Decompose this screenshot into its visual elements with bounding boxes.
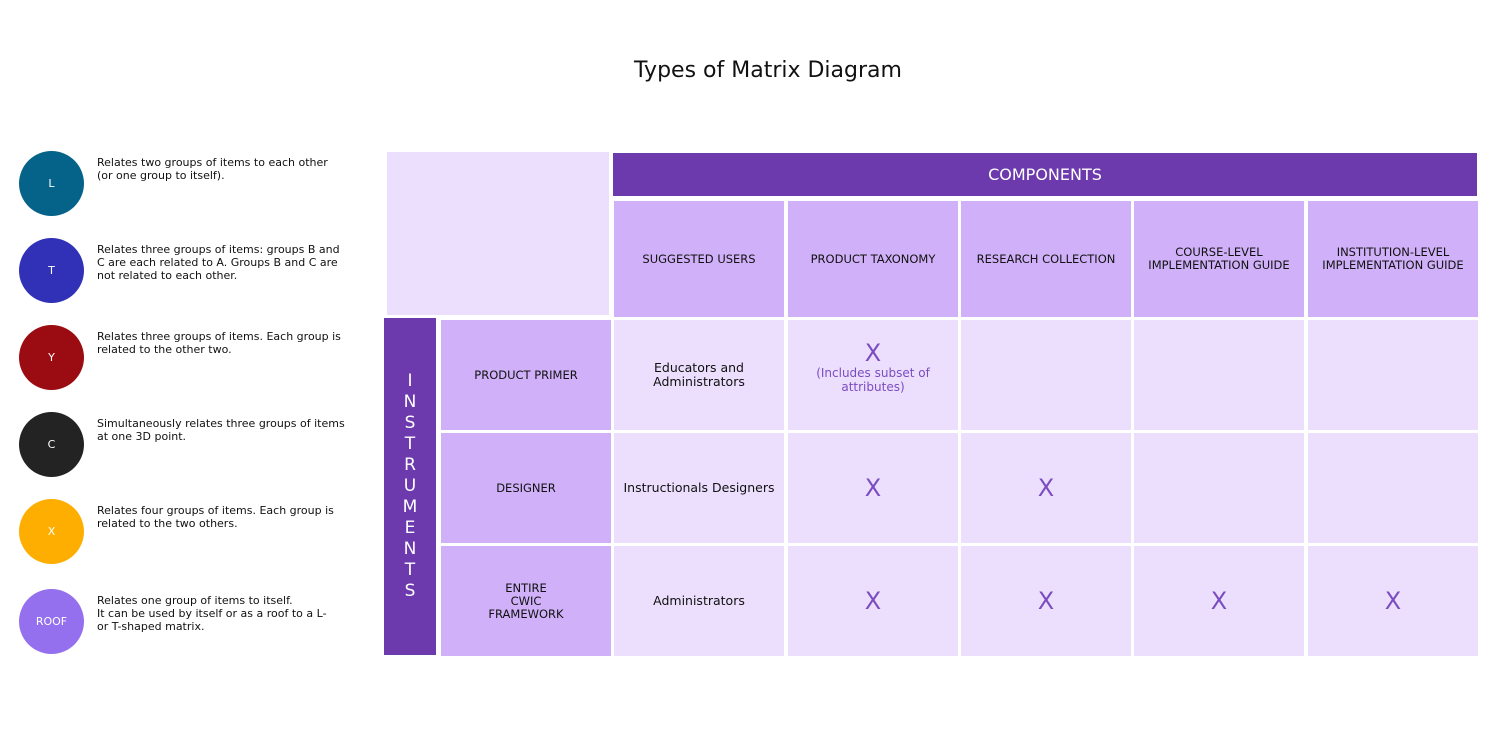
legend-description: Relates one group of items to itself. It… [97,594,327,633]
row-group-letter: T [404,434,416,454]
legend-item: T Relates three groups of items: groups B… [19,238,369,304]
matrix-cell [1134,320,1304,430]
legend-item: Y Relates three groups of items. Each gro… [19,325,369,391]
legend-description: Simultaneously relates three groups of i… [97,417,345,443]
row-group-letter: S [404,413,416,433]
relation-mark: X [1037,474,1055,502]
column-header: SUGGESTED USERS [614,201,784,317]
relation-mark: X [1037,587,1055,615]
matrix-cell: X [1134,546,1304,656]
relation-mark: X [864,474,882,502]
matrix-cell [1308,320,1478,430]
legend-badge-x: X [19,499,84,564]
row-group-letter: N [403,392,417,412]
row-group-letter: T [404,560,416,580]
row-group-letter: I [407,371,413,391]
suggested-users-cell: Educators and Administrators [614,320,784,430]
legend-description: Relates three groups of items: groups B … [97,243,340,282]
legend-badge-l: L [19,151,84,216]
row-group-letter: U [403,476,417,496]
suggested-users-cell: Administrators [614,546,784,656]
row-group-header: INSTRUMENTS [384,318,436,655]
matrix-cell [1308,433,1478,543]
legend-badge-t: T [19,238,84,303]
column-header: RESEARCH COLLECTION [961,201,1131,317]
diagram-title: Types of Matrix Diagram [634,58,902,83]
row-group-letter: M [402,497,418,517]
column-group-header: COMPONENTS [613,153,1477,196]
relation-note: (Includes subset of attributes) [816,366,930,394]
column-group-label: COMPONENTS [988,165,1102,184]
legend-description: Relates three groups of items. Each grou… [97,330,341,356]
matrix-cell: X (Includes subset of attributes) [788,320,958,430]
row-group-letter: S [404,581,416,601]
matrix-cell: X [961,546,1131,656]
relation-mark: X [1384,587,1402,615]
relation-mark: X [864,339,882,367]
column-header: INSTITUTION-LEVEL IMPLEMENTATION GUIDE [1308,201,1478,317]
matrix-cell: X [1308,546,1478,656]
matrix-cell: X [788,546,958,656]
row-header: PRODUCT PRIMER [441,320,611,430]
column-header: PRODUCT TAXONOMY [788,201,958,317]
relation-mark: X [864,587,882,615]
legend-item: X Relates four groups of items. Each grou… [19,499,369,565]
legend-item: ROOF Relates one group of items to itself… [19,589,369,655]
legend-badge-roof: ROOF [19,589,84,654]
matrix-cell: X [788,433,958,543]
legend-description: Relates four groups of items. Each group… [97,504,334,530]
legend-item: L Relates two groups of items to each oth… [19,151,369,217]
matrix-corner [387,152,609,315]
matrix-cell [961,320,1131,430]
row-header: ENTIRE CWIC FRAMEWORK [441,546,611,656]
row-group-letter: R [404,455,416,475]
legend-badge-y: Y [19,325,84,390]
column-header: COURSE-LEVEL IMPLEMENTATION GUIDE [1134,201,1304,317]
row-group-label: INSTRUMENTS [403,371,418,602]
legend-badge-c: C [19,412,84,477]
matrix-cell: X [961,433,1131,543]
suggested-users-cell: Instructionals Designers [614,433,784,543]
legend-description: Relates two groups of items to each othe… [97,156,328,182]
relation-mark: X [1210,587,1228,615]
matrix-cell [1134,433,1304,543]
legend-item: C Simultaneously relates three groups of … [19,412,369,478]
row-header: DESIGNER [441,433,611,543]
row-group-letter: N [403,539,417,559]
row-group-letter: E [404,518,416,538]
